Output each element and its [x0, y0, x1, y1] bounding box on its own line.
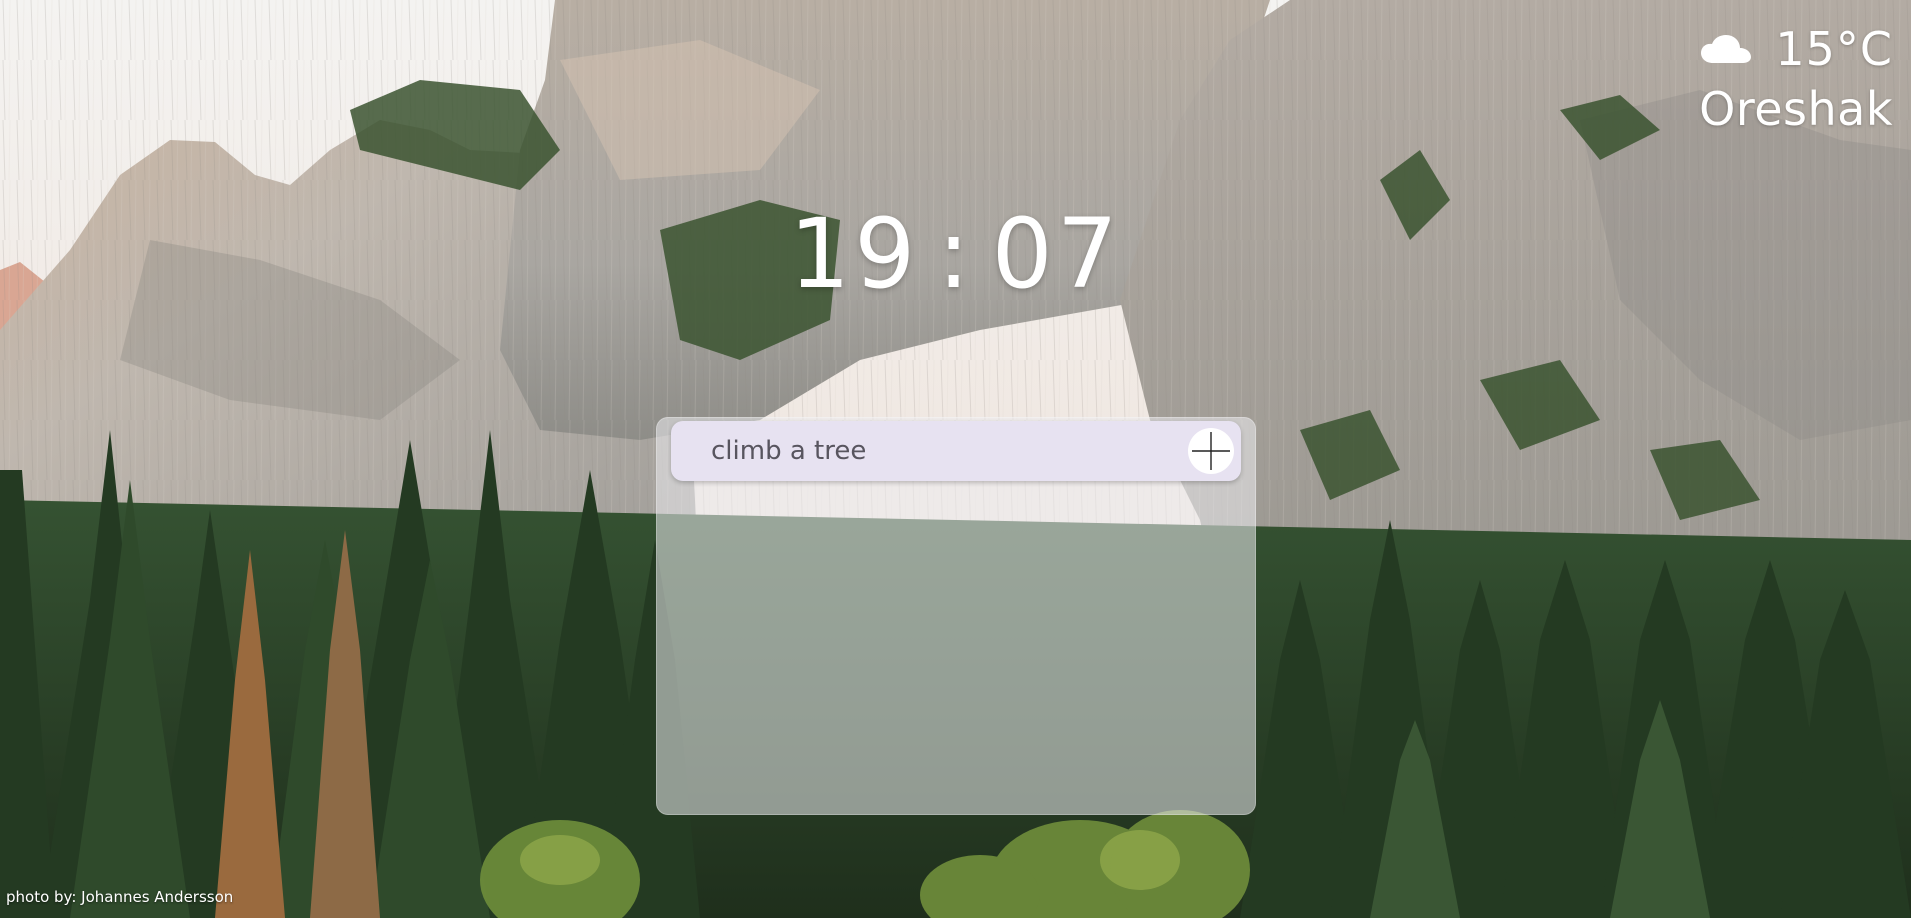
cloud-icon [1701, 35, 1752, 63]
clock-hours: 19 [789, 198, 920, 310]
new-tab-screen: 15°C Oreshak 19:07 photo by: Johannes An… [0, 0, 1911, 918]
todo-input-bar [671, 421, 1241, 481]
temperature-text: 15°C [1775, 22, 1893, 76]
clock-minutes: 07 [991, 198, 1122, 310]
todo-input[interactable] [671, 421, 1184, 481]
clock-separator: : [937, 198, 974, 310]
todo-panel [656, 417, 1256, 815]
weather-widget: 15°C Oreshak [1699, 18, 1893, 136]
add-todo-button[interactable] [1184, 424, 1238, 478]
plus-icon [1188, 428, 1234, 474]
photo-credit: photo by: Johannes Andersson [6, 888, 234, 906]
weather-summary: 15°C [1699, 18, 1893, 80]
clock: 19:07 [0, 198, 1911, 310]
city-name: Oreshak [1699, 82, 1893, 136]
